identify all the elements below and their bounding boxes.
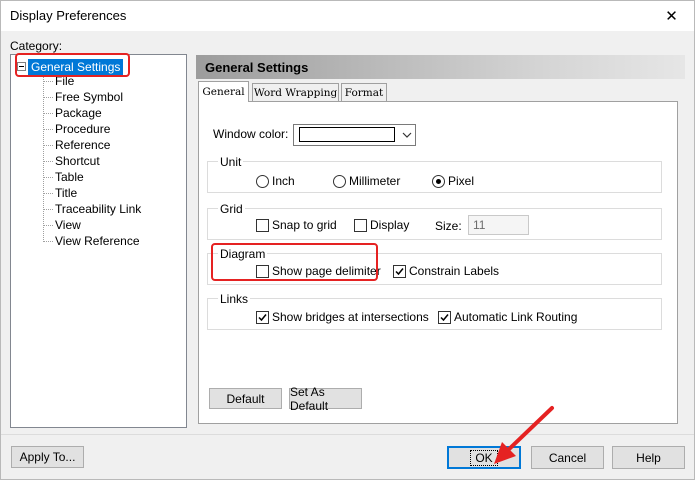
category-tree[interactable]: General Settings File Free Symbol Packag… [10,54,187,428]
radio-pixel-button[interactable] [432,174,445,188]
tree-item-label: Free Symbol [55,90,124,104]
checkmark-icon [395,267,404,275]
tree-item-free-symbol[interactable]: Free Symbol [43,89,123,105]
radio-millimeter-label: Millimeter [349,174,401,188]
show-bridges-label: Show bridges at intersections [272,310,429,324]
default-button[interactable]: Default [209,388,282,409]
tree-item-view[interactable]: View [43,217,81,233]
help-button[interactable]: Help [612,446,685,469]
radio-millimeter[interactable]: Millimeter [333,174,400,188]
constrain-labels-checkbox[interactable]: Constrain Labels [393,264,499,278]
tree-item-label: Package [55,106,102,120]
automatic-link-routing-box[interactable] [438,310,451,324]
display-grid-label: Display [370,218,410,232]
category-label: Category: [10,39,63,53]
tree-item-label: View [55,218,81,232]
tree-item-table[interactable]: Table [43,169,84,185]
display-grid-box[interactable] [354,218,367,232]
radio-inch-button[interactable] [256,174,269,188]
highlight-box-general-settings [15,53,130,77]
grid-group-title: Grid [218,202,245,216]
radio-inch-label: Inch [272,174,295,188]
footer-separator [0,434,695,435]
snap-to-grid-box[interactable] [256,218,269,232]
snap-to-grid-label: Snap to grid [272,218,337,232]
radio-pixel-label: Pixel [448,174,475,188]
chevron-down-icon[interactable] [400,128,414,142]
tree-item-procedure[interactable]: Procedure [43,121,110,137]
tree-item-label: View Reference [55,234,140,248]
ok-button-label: OK [470,449,498,466]
automatic-link-routing-label: Automatic Link Routing [454,310,578,324]
tab-format[interactable]: Format [341,83,387,101]
close-icon: ✕ [665,7,678,25]
show-bridges-checkbox[interactable]: Show bridges at intersections [256,310,429,324]
radio-inch[interactable]: Inch [256,174,295,188]
tree-item-title[interactable]: Title [43,185,77,201]
cancel-button[interactable]: Cancel [531,446,604,469]
automatic-link-routing-checkbox[interactable]: Automatic Link Routing [438,310,577,324]
links-group-title: Links [218,292,251,306]
grid-size-label: Size: [435,219,462,233]
grid-size-input[interactable]: 11 [468,215,529,235]
tree-item-label: Shortcut [55,154,100,168]
tree-item-label: Reference [55,138,111,152]
constrain-labels-box[interactable] [393,264,406,278]
snap-to-grid-checkbox[interactable]: Snap to grid [256,218,337,232]
tab-word-wrapping[interactable]: Word Wrapping [252,83,339,101]
tree-item-view-reference[interactable]: View Reference [43,233,140,249]
tree-item-package[interactable]: Package [43,105,102,121]
tree-item-label: Table [55,170,84,184]
tree-item-label: Title [55,186,78,200]
tree-item-shortcut[interactable]: Shortcut [43,153,100,169]
color-swatch [299,127,395,142]
show-bridges-box[interactable] [256,310,269,324]
apply-to-button[interactable]: Apply To... [11,446,84,468]
tree-item-label: Traceability Link [55,202,142,216]
checkmark-icon [258,313,267,321]
window-color-label: Window color: [213,127,289,141]
highlight-box-diagram [211,243,378,281]
tree-item-traceability-link[interactable]: Traceability Link [43,201,141,217]
set-as-default-button[interactable]: Set As Default [289,385,362,413]
constrain-labels-label: Constrain Labels [409,264,500,278]
tree-item-label: Procedure [55,122,111,136]
checkmark-icon [440,313,449,321]
panel-header: General Settings [196,55,685,79]
ok-button[interactable]: OK [447,446,521,469]
tab-general[interactable]: General [198,81,249,102]
display-grid-checkbox[interactable]: Display [354,218,409,232]
window-title: Display Preferences [10,8,127,23]
radio-pixel[interactable]: Pixel [432,174,474,188]
tree-item-reference[interactable]: Reference [43,137,110,153]
close-button[interactable]: ✕ [648,0,695,31]
unit-group-title: Unit [218,155,244,169]
radio-millimeter-button[interactable] [333,174,346,188]
